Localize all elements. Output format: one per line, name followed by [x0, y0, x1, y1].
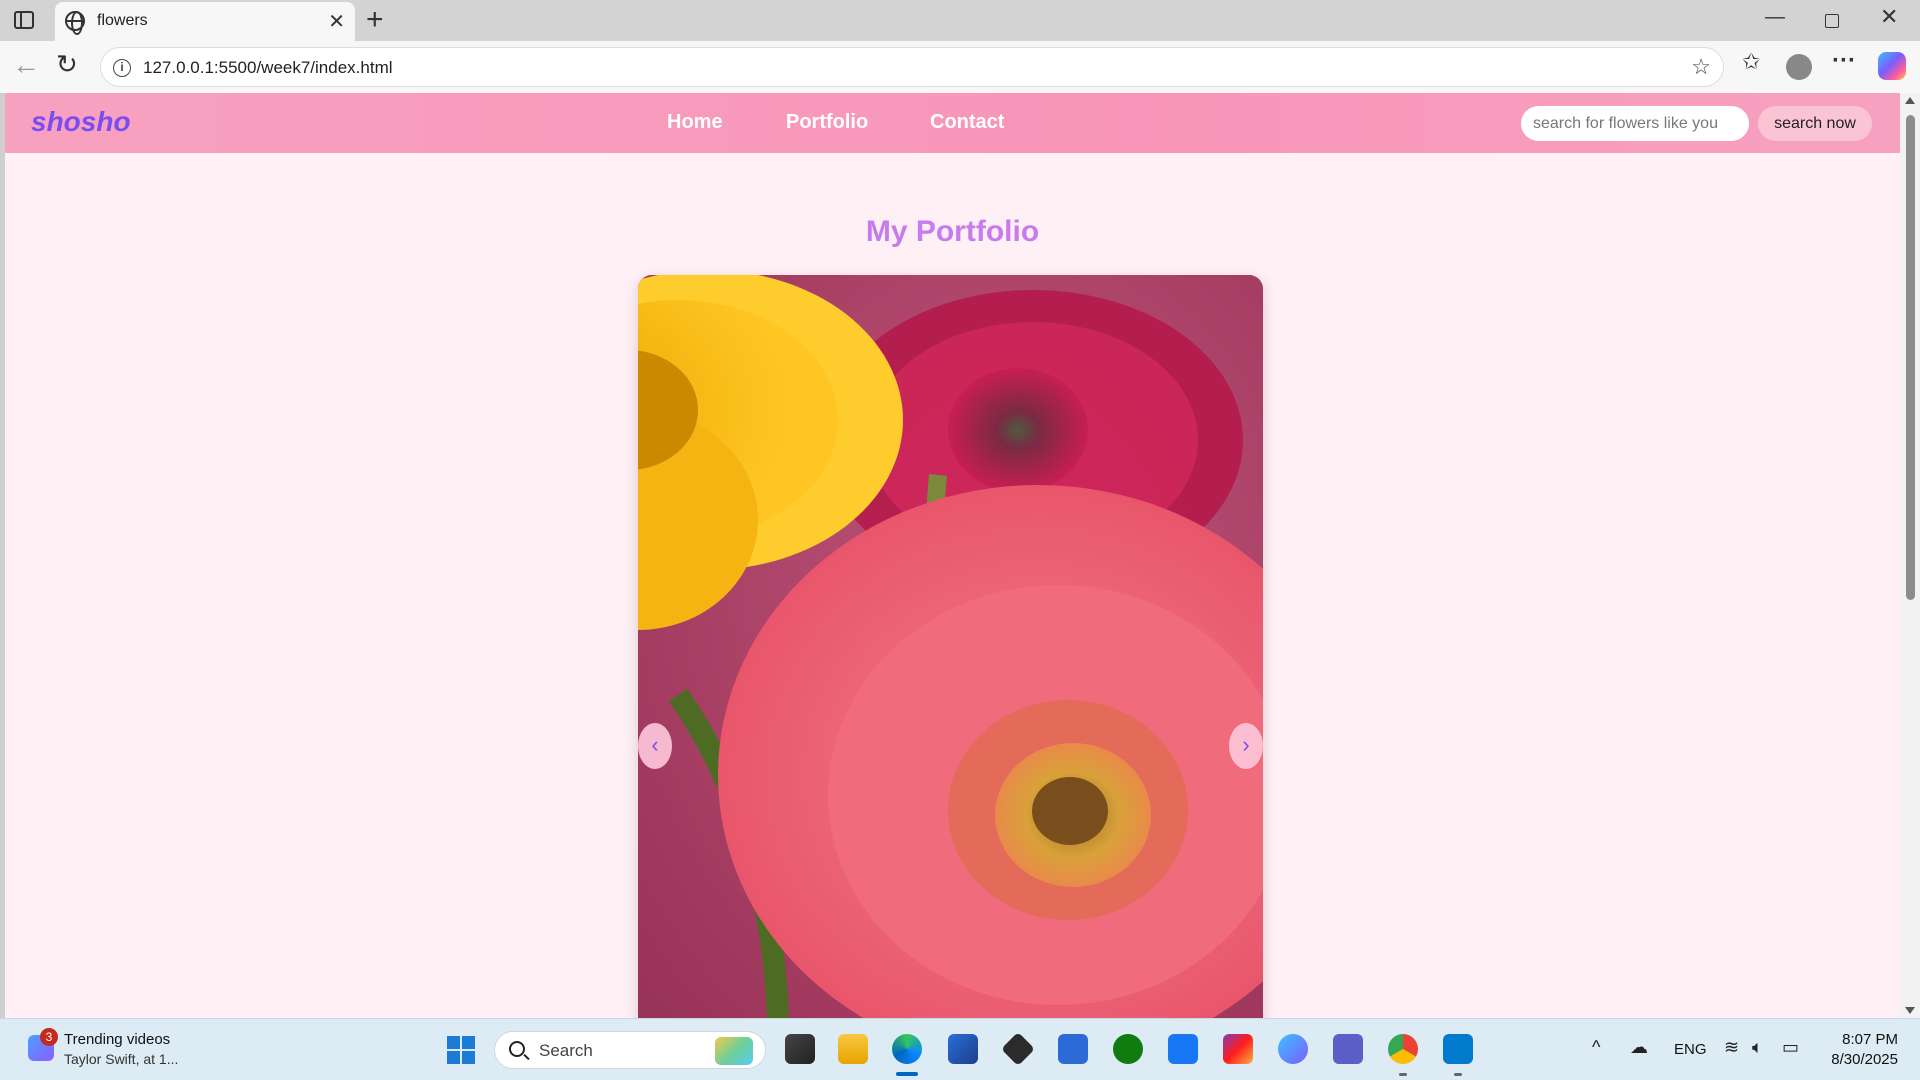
clock-date[interactable]: 8/30/2025 — [1812, 1051, 1898, 1068]
profile-avatar-icon[interactable] — [1786, 54, 1812, 80]
browser-toolbar: ← ↻ i 127.0.0.1:5500/week7/index.html ☆ … — [0, 41, 1920, 93]
scroll-down-icon[interactable] — [1905, 1007, 1915, 1014]
widget-subtitle[interactable]: Taylor Swift, at 1... — [64, 1051, 178, 1067]
page-title: My Portfolio — [865, 215, 1040, 248]
copilot-app-icon[interactable] — [1278, 1034, 1308, 1064]
image-slider: ‹ › — [638, 275, 1263, 1018]
microsoft-store-icon[interactable] — [948, 1034, 978, 1064]
search-button[interactable]: search now — [1758, 106, 1872, 141]
more-menu-icon[interactable]: ··· — [1832, 47, 1856, 75]
taskbar-search[interactable]: Search — [494, 1031, 766, 1069]
scroll-thumb[interactable] — [1906, 115, 1915, 600]
star-icon[interactable]: ☆ — [1691, 54, 1711, 80]
unity-icon[interactable] — [1001, 1032, 1035, 1066]
restore-icon[interactable] — [1825, 14, 1839, 28]
browser-tab[interactable]: flowers ✕ — [55, 2, 355, 41]
web-page: shosho Home Portfolio Contact search now… — [5, 93, 1900, 1018]
nav-link-home[interactable]: Home — [667, 111, 723, 134]
scroll-up-icon[interactable] — [1905, 97, 1915, 104]
tab-close-icon[interactable]: ✕ — [328, 9, 345, 34]
onedrive-icon[interactable]: ☁ — [1630, 1037, 1648, 1058]
site-info-icon[interactable]: i — [113, 59, 131, 77]
windows-taskbar: 3 Trending videos Taylor Swift, at 1... … — [0, 1018, 1920, 1080]
reload-icon[interactable]: ↻ — [56, 49, 78, 80]
sidebar-toggle-icon[interactable] — [14, 11, 34, 29]
minimize-icon[interactable]: — — [1765, 6, 1785, 29]
slider-next-button[interactable]: › — [1229, 723, 1263, 769]
url-text[interactable]: 127.0.0.1:5500/week7/index.html — [143, 58, 393, 78]
site-logo[interactable]: shosho — [31, 106, 131, 138]
nav-link-contact[interactable]: Contact — [930, 111, 1004, 134]
new-tab-button[interactable]: + — [366, 3, 384, 37]
globe-icon — [65, 11, 85, 35]
file-explorer-icon[interactable] — [838, 1034, 868, 1064]
clock-time[interactable]: 8:07 PM — [1822, 1031, 1898, 1048]
edge-icon[interactable] — [892, 1034, 922, 1064]
visual-studio-icon[interactable] — [1058, 1034, 1088, 1064]
vscode-icon[interactable] — [1443, 1034, 1473, 1064]
address-bar[interactable]: i 127.0.0.1:5500/week7/index.html ☆ — [100, 47, 1724, 87]
widget-title[interactable]: Trending videos — [64, 1031, 170, 1048]
taskbar-search-label: Search — [539, 1041, 593, 1060]
site-header: shosho Home Portfolio Contact search now — [5, 93, 1900, 153]
edge-active-indicator — [896, 1072, 918, 1076]
search-highlight-icon — [715, 1037, 753, 1065]
chevron-up-icon[interactable]: ^ — [1592, 1037, 1600, 1058]
battery-icon[interactable]: ▭ — [1782, 1037, 1799, 1058]
chrome-icon[interactable] — [1388, 1034, 1418, 1064]
volume-icon[interactable]: 🔈︎ — [1752, 1037, 1763, 1058]
search-icon — [509, 1041, 525, 1057]
nav-link-portfolio[interactable]: Portfolio — [786, 111, 868, 134]
teams-icon[interactable] — [1333, 1034, 1363, 1064]
tab-title: flowers — [97, 12, 148, 29]
search-input[interactable] — [1521, 106, 1749, 141]
instagram-icon[interactable] — [1223, 1034, 1253, 1064]
wifi-icon[interactable]: ≋ — [1724, 1037, 1739, 1058]
windows-start-icon[interactable] — [447, 1036, 475, 1064]
language-indicator[interactable]: ENG — [1674, 1041, 1707, 1058]
slider-prev-button[interactable]: ‹ — [638, 723, 672, 769]
vscode-running-indicator — [1454, 1073, 1462, 1076]
flower-image — [638, 275, 1263, 1018]
browser-tab-bar: flowers ✕ + — ✕ — [0, 0, 1920, 41]
task-view-icon[interactable] — [785, 1034, 815, 1064]
page-scrollbar[interactable] — [1900, 93, 1920, 1018]
widgets-badge: 3 — [40, 1028, 58, 1046]
favorites-icon[interactable]: ✩ — [1742, 49, 1760, 75]
window-close-icon[interactable]: ✕ — [1880, 4, 1898, 30]
back-arrow-icon[interactable]: ← — [12, 49, 40, 81]
facebook-icon[interactable] — [1168, 1034, 1198, 1064]
chrome-running-indicator — [1399, 1073, 1407, 1076]
xbox-icon[interactable] — [1113, 1034, 1143, 1064]
copilot-icon[interactable] — [1878, 52, 1906, 80]
